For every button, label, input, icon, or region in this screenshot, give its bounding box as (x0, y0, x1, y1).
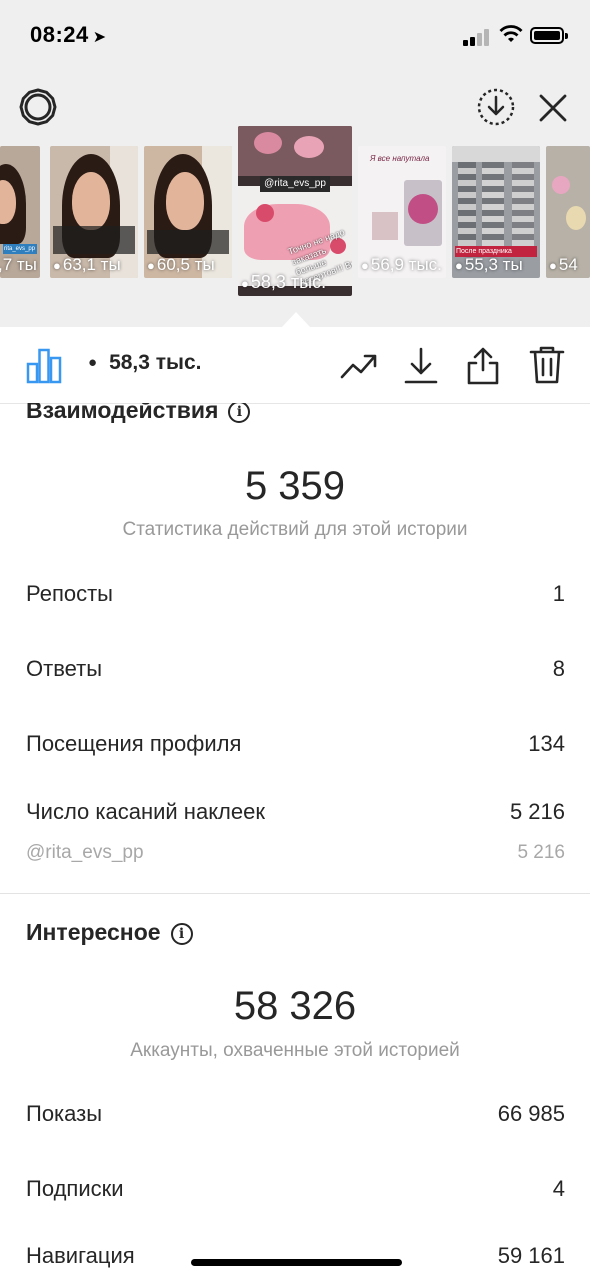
views-count: ● 58,3 тыс. (88, 351, 202, 374)
selected-story-pointer (282, 312, 310, 327)
story-thumbnail[interactable]: rita_evs_pp ,7 ты (0, 146, 40, 278)
location-arrow-icon: ➤ (92, 29, 107, 46)
story-caption (53, 226, 135, 254)
info-icon[interactable]: i (170, 923, 193, 945)
story-views: ● 58,3 тыс. (241, 272, 327, 292)
story-thumbnail[interactable]: ● 54 (546, 146, 590, 278)
stat-row-impressions: Показы 66 985 (26, 1101, 565, 1126)
story-thumbnail[interactable]: ● 60,5 ты (144, 146, 232, 278)
discovery-title: Интересное i (26, 919, 193, 946)
trash-icon[interactable] (529, 345, 565, 385)
stat-row-reposts: Репосты 1 (26, 581, 565, 606)
story-views: ,7 ты (0, 255, 37, 274)
story-caption (147, 230, 229, 254)
bar-chart-icon[interactable] (26, 348, 62, 384)
story-thumbnails: rita_evs_pp ,7 ты ● 63,1 ты ● 60,5 ты @rit… (0, 126, 590, 298)
interactions-caption: Статистика действий для этой истории (122, 519, 468, 540)
section-divider (0, 893, 590, 894)
story-views: ● 55,3 ты (455, 255, 523, 274)
discovery-total: 58 326 (233, 984, 357, 1028)
wifi-icon (499, 25, 523, 42)
signal-icon (463, 28, 493, 46)
story-viewer-header: 08:24 ➤ rita_evs_pp ,7 ты ● 63,1 ты ● 60… (0, 0, 590, 327)
story-caption: @rita_evs_pp (260, 176, 330, 192)
trend-icon[interactable] (340, 351, 378, 381)
interactions-total: 5 359 (244, 464, 346, 508)
status-time: 08:24 ➤ (30, 22, 107, 47)
stat-row-follows: Подписки 4 (26, 1176, 565, 1201)
info-icon[interactable]: i (228, 403, 251, 423)
close-icon[interactable] (538, 93, 568, 123)
download-icon[interactable] (404, 347, 438, 385)
discovery-caption: Аккаунты, охваченные этой историей (130, 1040, 460, 1061)
story-views: ● 56,9 тыс. (361, 255, 442, 274)
download-circle-icon[interactable] (476, 87, 516, 127)
story-views: ● 60,5 ты (147, 255, 215, 274)
story-thumbnail[interactable]: ● 63,1 ты (50, 146, 138, 278)
stat-row-sticker-mention[interactable]: @rita_evs_pp 5 216 (26, 842, 565, 864)
story-views: ● 63,1 ты (53, 255, 121, 274)
story-views: ● 54 (549, 255, 578, 274)
story-thumbnail[interactable]: Я все напутала ● 56,9 тыс. (358, 146, 446, 278)
story-thumbnail-selected[interactable]: @rita_evs_pp Точно не надо заказать боль… (238, 126, 352, 296)
stat-row-replies: Ответы 8 (26, 656, 565, 681)
story-caption: rita_evs_pp (3, 244, 37, 254)
share-icon[interactable] (466, 346, 500, 386)
stat-row-profile-visits: Посещения профиля 134 (26, 731, 565, 756)
eye-icon: ● (88, 354, 98, 371)
stat-row-sticker-taps: Число касаний наклеек 5 216 (26, 799, 565, 824)
story-thumbnail[interactable]: После праздника ● 55,3 ты (452, 146, 540, 278)
battery-icon (530, 27, 568, 44)
home-indicator[interactable] (191, 1259, 402, 1266)
story-caption: Я все напутала (370, 154, 430, 163)
gear-icon[interactable] (19, 88, 57, 126)
story-toolbar: ● 58,3 тыс. (0, 327, 590, 404)
